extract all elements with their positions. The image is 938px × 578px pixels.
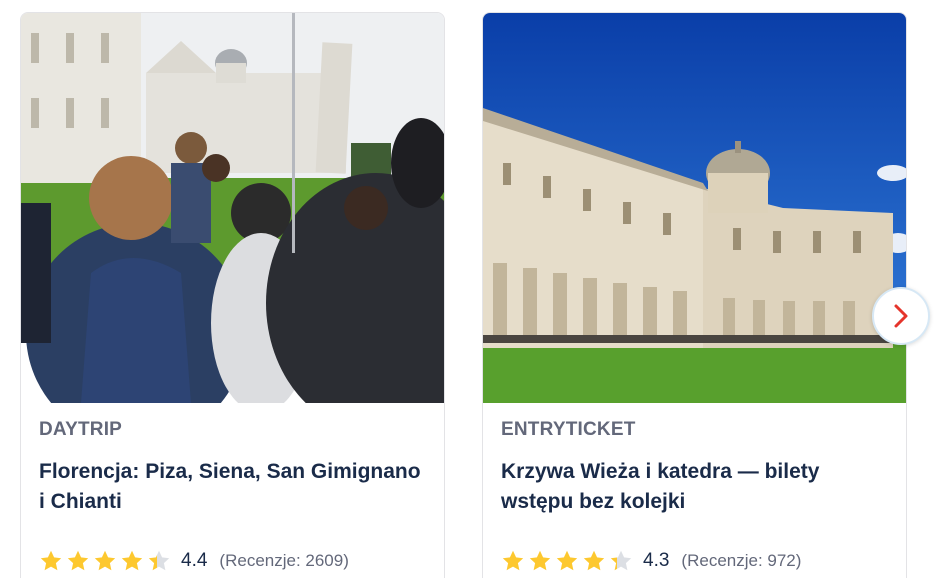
card-title[interactable]: Florencja: Piza, Siena, San Gimignano i … — [39, 457, 426, 517]
star-icon — [121, 550, 143, 571]
rating-row: 4.4 (Recenzje: 2609) — [39, 549, 349, 573]
activity-card[interactable]: ENTRYTICKET Krzywa Wieża i katedra — bil… — [482, 12, 907, 578]
review-count: (Recenzje: 972) — [681, 551, 802, 570]
star-icon — [67, 550, 89, 571]
star-icon — [529, 550, 551, 571]
star-icon — [40, 550, 62, 571]
card-image[interactable] — [21, 13, 444, 403]
rating-value: 4.3 — [643, 550, 670, 571]
review-count: (Recenzje: 2609) — [219, 551, 349, 570]
card-category: DAYTRIP — [39, 419, 123, 440]
star-icon — [583, 550, 605, 571]
activity-carousel: DAYTRIP Florencja: Piza, Siena, San Gimi… — [0, 0, 938, 578]
star-icon — [148, 550, 170, 571]
star-icon — [502, 550, 524, 571]
star-icon — [556, 550, 578, 571]
tourists-photo — [21, 13, 444, 403]
activity-card[interactable]: DAYTRIP Florencja: Piza, Siena, San Gimi… — [20, 12, 445, 578]
star-rating — [501, 549, 633, 573]
card-image[interactable] — [483, 13, 906, 403]
card-category: ENTRYTICKET — [501, 419, 636, 440]
carousel-next-button[interactable] — [872, 287, 930, 345]
rating-value: 4.4 — [181, 550, 208, 571]
rating-row: 4.3 (Recenzje: 972) — [501, 549, 801, 573]
cathedral-photo — [483, 13, 906, 403]
chevron-right-icon — [894, 304, 908, 328]
star-icon — [94, 550, 116, 571]
card-title[interactable]: Krzywa Wieża i katedra — bilety wstępu b… — [501, 457, 888, 517]
star-icon — [610, 550, 632, 571]
star-rating — [39, 549, 171, 573]
